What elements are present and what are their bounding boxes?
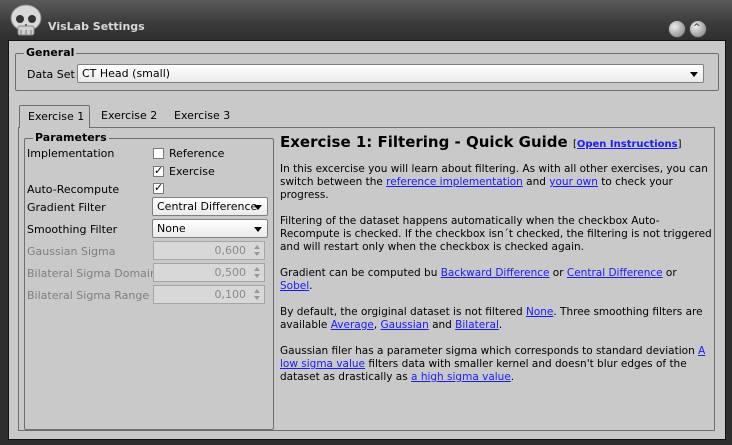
smoothing-filter-dropdown[interactable]: None bbox=[152, 219, 268, 238]
bracket-close: ] bbox=[677, 139, 682, 150]
open-instructions-link[interactable]: Open Instructions bbox=[577, 139, 678, 150]
text: . bbox=[510, 371, 515, 383]
general-group: General Data Set CT Head (small) bbox=[15, 46, 719, 91]
text: or bbox=[549, 267, 567, 279]
bilateral-link[interactable]: Bilateral bbox=[455, 319, 499, 331]
tab-exercise-2[interactable]: Exercise 2 bbox=[93, 105, 163, 127]
guide-title-text: Exercise 1: Filtering - Quick Guide bbox=[280, 133, 568, 151]
dataset-dropdown[interactable]: CT Head (small) bbox=[77, 64, 704, 83]
guide-paragraph-1: In this excercise you will learn about f… bbox=[280, 163, 712, 202]
your-own-link[interactable]: your own bbox=[549, 176, 598, 188]
bilateral-range-spinbox[interactable]: 0,100 bbox=[153, 285, 265, 304]
spin-up-icon[interactable] bbox=[252, 243, 262, 251]
guide-title: Exercise 1: Filtering - Quick Guide [Ope… bbox=[280, 133, 712, 151]
smoothing-filter-value: None bbox=[157, 222, 186, 235]
gradient-filter-value: Central Difference bbox=[157, 200, 258, 213]
text: Gradient can be computed bu bbox=[280, 267, 441, 279]
spin-down-icon[interactable] bbox=[252, 295, 262, 303]
dataset-label: Data Set bbox=[27, 68, 75, 81]
smoothing-filter-label: Smoothing Filter bbox=[27, 223, 118, 236]
central-difference-link[interactable]: Central Difference bbox=[567, 267, 663, 279]
guide-paragraph-3: Gradient can be computed bu Backward Dif… bbox=[280, 267, 712, 293]
bilateral-domain-spinbox[interactable]: 0,500 bbox=[153, 263, 265, 282]
tab-label: Exercise 3 bbox=[174, 109, 231, 122]
autorecompute-checkbox[interactable] bbox=[153, 181, 164, 194]
chevron-down-icon bbox=[690, 72, 698, 77]
reference-implementation-link[interactable]: reference implementation bbox=[386, 176, 523, 188]
window-title: VisLab Settings bbox=[48, 20, 145, 33]
backward-difference-link[interactable]: Backward Difference bbox=[441, 267, 550, 279]
text: Gaussian filer has a parameter sigma whi… bbox=[280, 345, 699, 357]
reference-checkbox[interactable] bbox=[153, 148, 164, 159]
gaussian-link[interactable]: Gaussian bbox=[381, 319, 429, 331]
spin-down-icon[interactable] bbox=[252, 251, 262, 259]
exercise-label: Exercise bbox=[169, 165, 215, 178]
tab-exercise-3[interactable]: Exercise 3 bbox=[166, 105, 236, 127]
average-link[interactable]: Average bbox=[331, 319, 374, 331]
parameters-group: Parameters bbox=[24, 131, 274, 430]
bilateral-domain-value: 0,500 bbox=[214, 266, 247, 279]
guide-paragraph-2: Filtering of the dataset happens automat… bbox=[280, 215, 712, 253]
chevron-down-icon bbox=[254, 205, 262, 210]
text: . bbox=[498, 319, 503, 331]
sobel-link[interactable]: Sobel bbox=[280, 280, 309, 292]
bilateral-domain-label: Bilateral Sigma Domain bbox=[27, 267, 157, 280]
none-link[interactable]: None bbox=[526, 306, 553, 318]
text: and bbox=[522, 176, 550, 188]
spin-down-icon[interactable] bbox=[252, 273, 262, 281]
guide-paragraph-4: By default, the orgiginal dataset is not… bbox=[280, 306, 712, 332]
bilateral-range-label: Bilateral Sigma Range bbox=[27, 289, 150, 302]
minimize-button[interactable] bbox=[668, 20, 686, 38]
title-bar: VisLab Settings ^ bbox=[0, 0, 732, 40]
close-icon: ^ bbox=[693, 23, 701, 33]
text: . bbox=[309, 280, 313, 292]
reference-label: Reference bbox=[169, 147, 225, 160]
autorecompute-label: Auto-Recompute bbox=[27, 183, 120, 196]
spin-up-icon[interactable] bbox=[252, 287, 262, 295]
bilateral-range-value: 0,100 bbox=[214, 288, 247, 301]
skull-logo-icon bbox=[10, 4, 42, 36]
gradient-filter-dropdown[interactable]: Central Difference bbox=[152, 197, 268, 216]
high-sigma-link[interactable]: a high sigma value bbox=[411, 371, 511, 383]
tab-label: Exercise 2 bbox=[101, 109, 158, 122]
implementation-label: Implementation bbox=[27, 147, 115, 160]
tab-label: Exercise 1 bbox=[28, 110, 85, 123]
dataset-value: CT Head (small) bbox=[82, 67, 171, 80]
general-legend: General bbox=[24, 46, 77, 59]
chevron-down-icon bbox=[254, 227, 262, 232]
gaussian-sigma-value: 0,600 bbox=[214, 244, 247, 257]
gaussian-sigma-spinbox[interactable]: 0,600 bbox=[153, 241, 265, 260]
guide-paragraph-5: Gaussian filer has a parameter sigma whi… bbox=[280, 345, 712, 384]
parameters-legend: Parameters bbox=[33, 131, 109, 144]
gaussian-sigma-label: Gaussian Sigma bbox=[27, 245, 116, 258]
gradient-filter-label: Gradient Filter bbox=[27, 201, 106, 214]
text: By default, the orgiginal dataset is not… bbox=[280, 306, 526, 318]
text: and bbox=[428, 319, 456, 331]
close-button[interactable]: ^ bbox=[689, 20, 707, 38]
quick-guide: Exercise 1: Filtering - Quick Guide [Ope… bbox=[280, 133, 712, 397]
open-instructions: [Open Instructions] bbox=[573, 139, 682, 150]
spin-up-icon[interactable] bbox=[252, 265, 262, 273]
text: or bbox=[662, 267, 677, 279]
tab-exercise-1[interactable]: Exercise 1 bbox=[19, 105, 90, 128]
exercise-checkbox[interactable] bbox=[153, 164, 164, 177]
settings-frame: General Data Set CT Head (small) Exercis… bbox=[8, 40, 726, 440]
text: , bbox=[373, 319, 381, 331]
